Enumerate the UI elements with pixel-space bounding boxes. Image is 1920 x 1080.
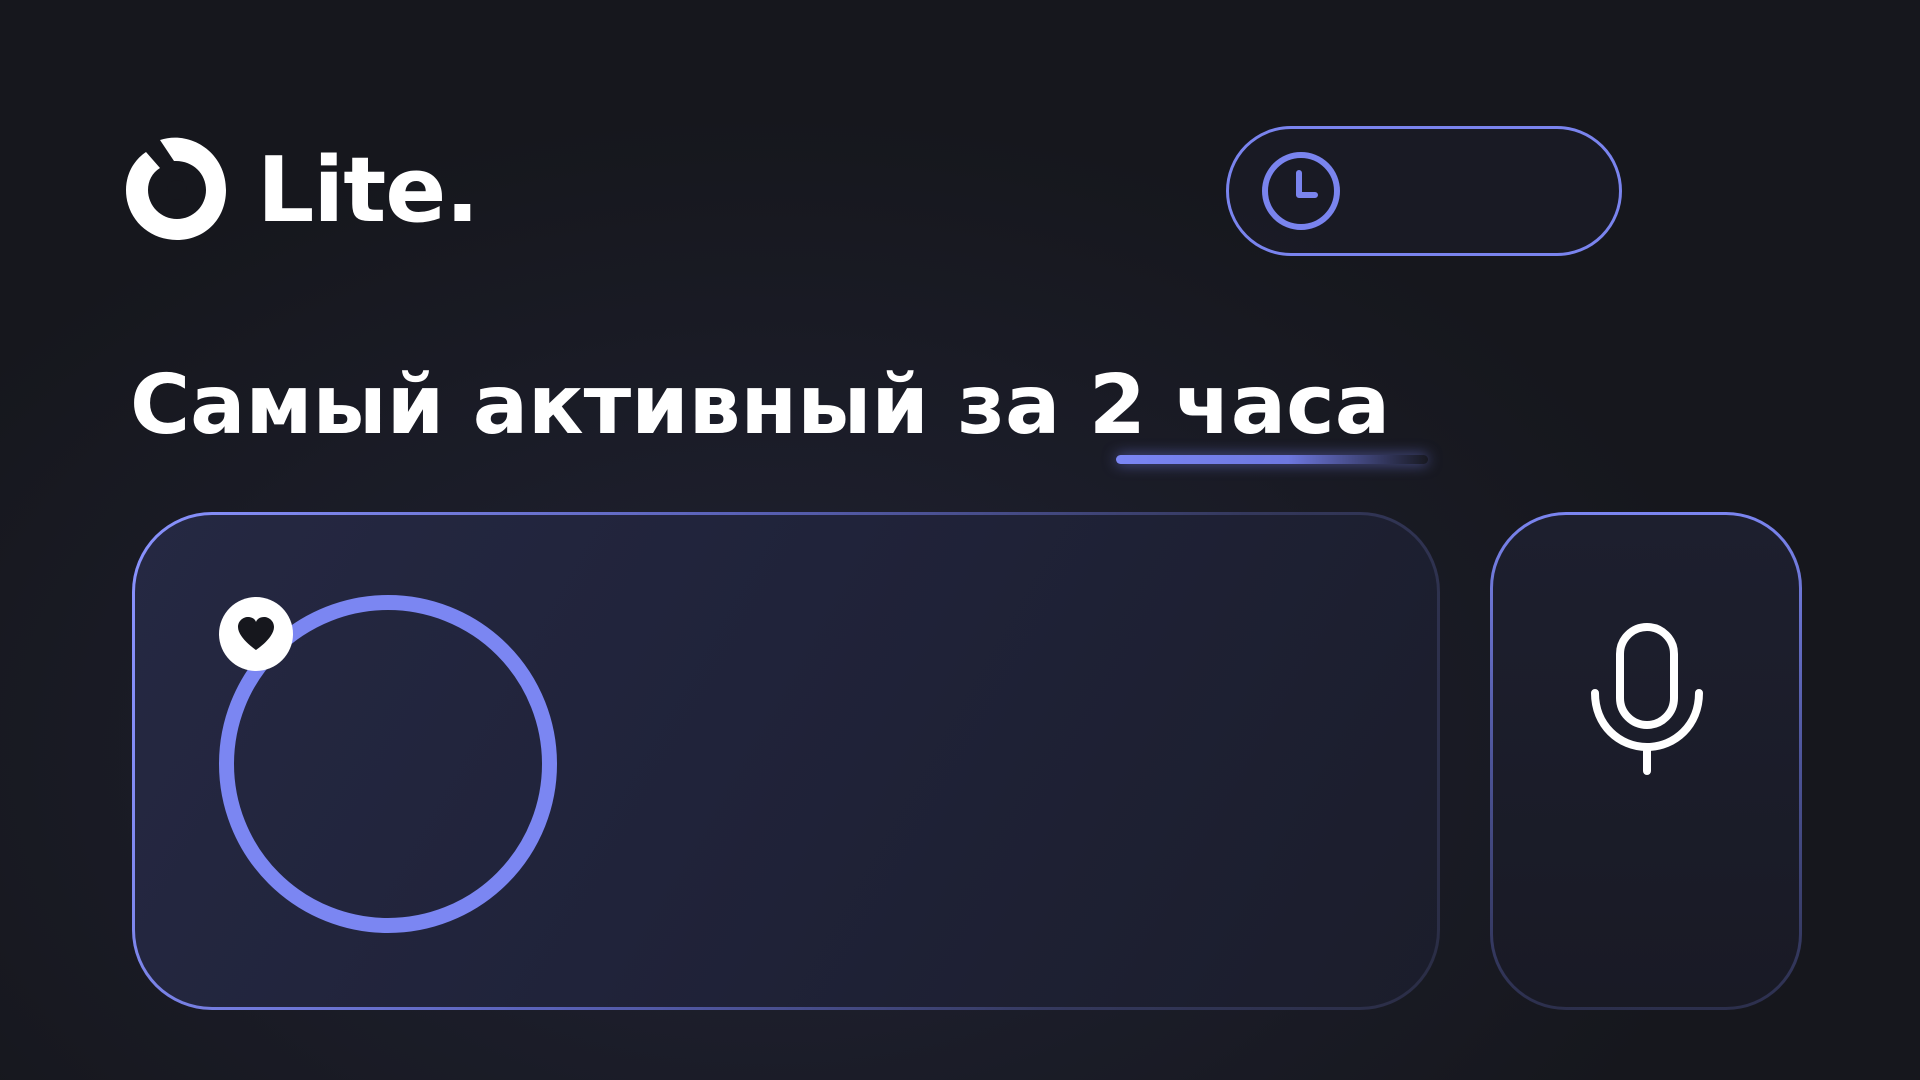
heart-icon xyxy=(238,617,274,650)
voice-button[interactable] xyxy=(1490,512,1802,1010)
headline: Самый активный за 2 часа xyxy=(130,358,1391,453)
lite-logo-mark-icon xyxy=(126,137,226,240)
heart-badge xyxy=(219,597,293,671)
headline-accent-underline xyxy=(1116,455,1428,464)
brand-name: Lite. xyxy=(257,138,479,243)
timer-pill[interactable] xyxy=(1226,126,1622,256)
brand-logo: Lite. xyxy=(122,130,482,250)
microphone-icon xyxy=(1591,623,1703,775)
user-card[interactable] xyxy=(132,512,1440,1010)
clock-icon xyxy=(1262,152,1340,230)
promo-banner: Lite. Самый активный за 2 часа xyxy=(0,0,1920,1080)
